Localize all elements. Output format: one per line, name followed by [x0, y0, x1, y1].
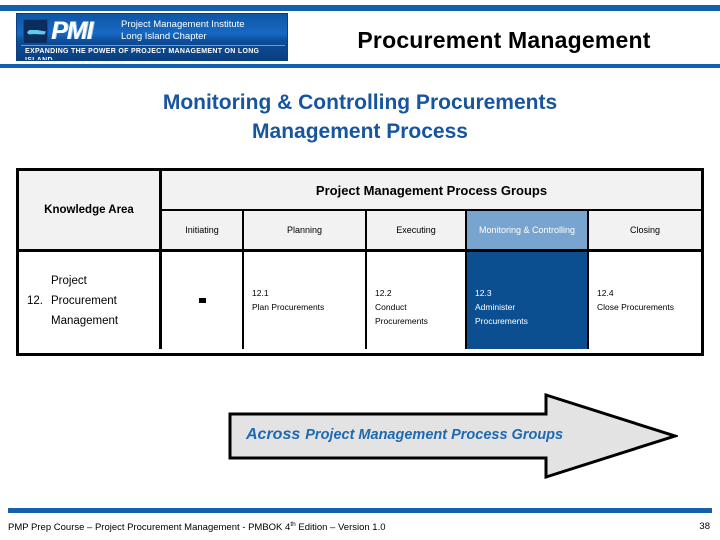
footer-text-before: PMP Prep Course – Project Procurement Ma… — [8, 522, 291, 534]
column-header-initiating: Initiating — [162, 211, 244, 252]
cell-monitoring-name-line2: Procurements — [475, 316, 528, 326]
pmi-logo-org: Project Management Institute Long Island… — [121, 19, 245, 42]
cell-planning: 12.1 Plan Procurements — [244, 252, 367, 349]
cell-monitoring-code: 12.3 — [475, 288, 492, 298]
row-number: 12. — [27, 294, 43, 307]
matrix-data-row: 12. Project Procurement Management 12.1 … — [19, 252, 701, 349]
slide-subtitle-line1: Monitoring & Controlling Procurements — [162, 91, 558, 114]
pmi-logo-tagline: Expanding the Power of Project Managemen… — [25, 48, 260, 61]
pmi-logo-mark: PMI — [23, 18, 117, 44]
matrix-process-cells: 12.1 Plan Procurements 12.2 Conduct Proc… — [162, 252, 701, 349]
process-groups-matrix: Knowledge Area Project Management Proces… — [16, 168, 704, 356]
pmi-logo-org-line1: Project Management Institute — [121, 19, 245, 30]
column-header-executing: Executing — [367, 211, 467, 252]
knowledge-area-header: Knowledge Area — [19, 171, 162, 252]
cell-monitoring-controlling: 12.3 Administer Procurements — [467, 252, 589, 349]
banner-text-rest: Project Management Process Groups — [305, 427, 564, 443]
cell-closing-code: 12.4 — [597, 288, 614, 298]
slide-subtitle-line2: Management Process — [252, 120, 468, 143]
row-knowledge-area: 12. Project Procurement Management — [19, 252, 162, 349]
across-process-groups-banner: Across Project Management Process Groups — [228, 392, 678, 480]
row-name-line2: Procurement — [51, 294, 117, 307]
process-groups-header: Project Management Process Groups — [162, 171, 701, 211]
long-island-icon — [23, 18, 48, 44]
pmi-logo-divider — [21, 45, 285, 46]
row-name-line3: Management — [51, 314, 119, 327]
cell-closing: 12.4 Close Procurements — [589, 252, 701, 349]
row-name: Project Procurement Management — [51, 271, 118, 331]
process-group-column-headers: Initiating Planning Executing Monitoring… — [162, 211, 701, 252]
column-header-closing: Closing — [589, 211, 701, 252]
cell-initiating — [162, 252, 244, 349]
footer-page-number: 38 — [699, 521, 710, 532]
cell-planning-code: 12.1 — [252, 288, 269, 298]
header-accent-bar-gap — [0, 68, 720, 70]
pmi-logo: PMI Project Management Institute Long Is… — [16, 13, 288, 61]
empty-dash-icon — [198, 298, 206, 303]
banner-text: Across Project Management Process Groups — [246, 422, 626, 448]
column-header-planning: Planning — [244, 211, 367, 252]
cell-closing-name: Close Procurements — [597, 302, 675, 312]
column-header-monitoring-controlling: Monitoring & Controlling — [467, 211, 589, 252]
pmi-logo-org-line2: Long Island Chapter — [121, 30, 207, 42]
row-name-line1: Project — [51, 274, 87, 287]
footer-text-after: Edition – Version 1.0 — [295, 522, 386, 534]
cell-executing: 12.2 Conduct Procurements — [367, 252, 467, 349]
slide-subtitle: Monitoring & Controlling Procurements Ma… — [60, 88, 660, 146]
cell-monitoring-name-line1: Administer — [475, 302, 516, 312]
footer-accent-bar — [8, 508, 712, 513]
cell-executing-name-line1: Conduct — [375, 302, 407, 312]
banner-text-lead: Across — [246, 426, 301, 443]
cell-executing-name-line2: Procurements — [375, 316, 428, 326]
cell-executing-code: 12.2 — [375, 288, 392, 298]
matrix-header-rows: Knowledge Area Project Management Proces… — [19, 171, 701, 252]
cell-planning-name: Plan Procurements — [252, 302, 325, 312]
page-title: Procurement Management — [357, 26, 651, 53]
pmi-logo-letters: PMI — [51, 16, 93, 45]
footer-text: PMP Prep Course – Project Procurement Ma… — [8, 521, 386, 533]
